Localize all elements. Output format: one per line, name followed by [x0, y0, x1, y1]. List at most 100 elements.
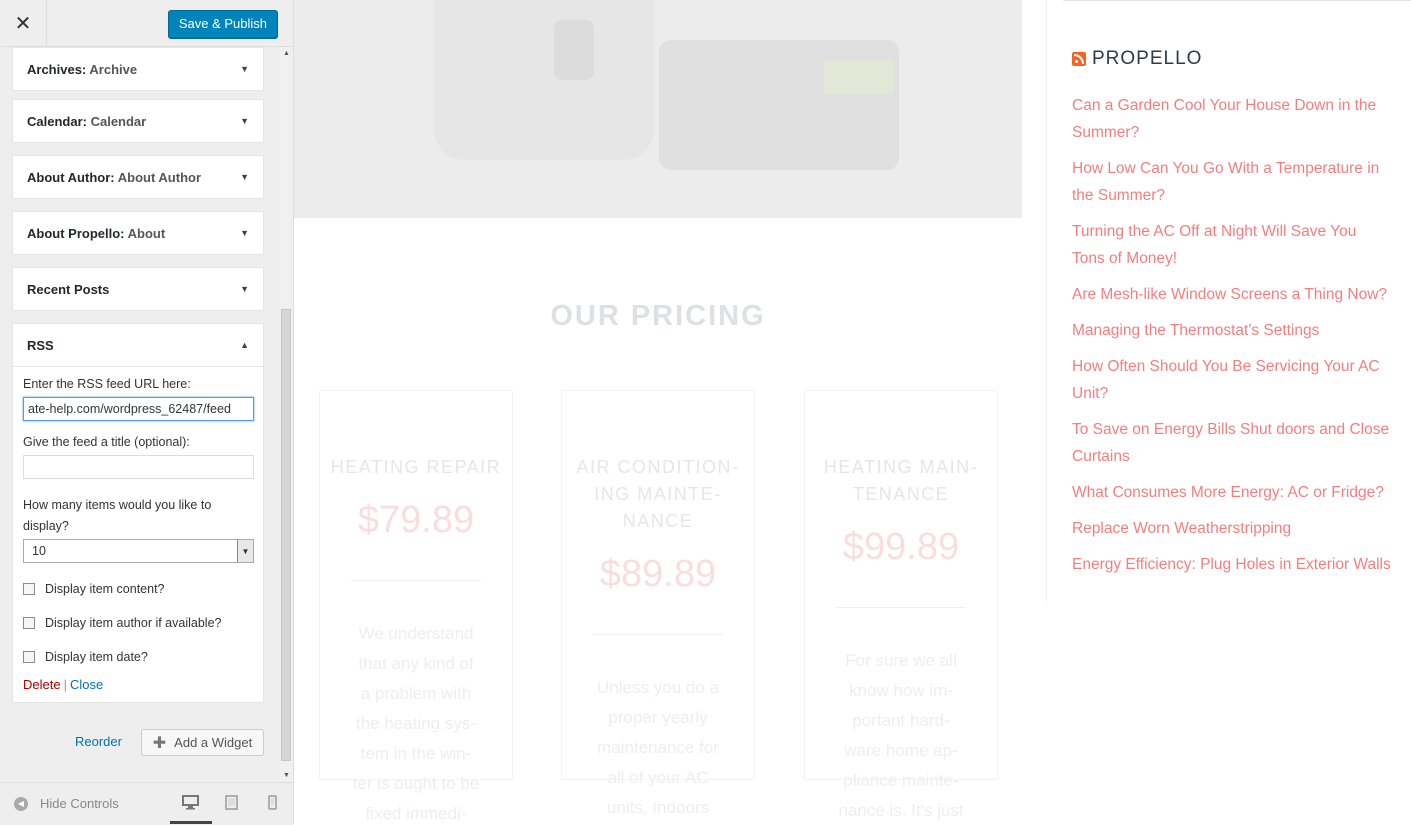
- widget-subtitle: About: [127, 225, 166, 241]
- expand-arrow-icon[interactable]: ▼: [240, 284, 249, 294]
- card-text: We understand that any kind of a problem…: [352, 624, 480, 823]
- show-date-row[interactable]: Display item date?: [23, 645, 253, 669]
- widget-header[interactable]: RSS ▲: [13, 324, 263, 367]
- rss-widget-heading: PROPELLO: [1072, 48, 1202, 70]
- card-text: For sure we all know how im- portant har…: [838, 651, 964, 820]
- show-author-label: Display item author if available?: [45, 616, 222, 630]
- pricing-card: HEATING REPAIR $79.89 We understand that…: [319, 390, 513, 823]
- expand-arrow-icon[interactable]: ▼: [240, 228, 249, 238]
- widget-title: RSS: [27, 337, 54, 353]
- widget-header[interactable]: About Author: About Author ▼: [13, 156, 263, 198]
- card-title: AIR CONDITION- ING MAINTE- NANCE: [576, 457, 740, 531]
- widget-calendar[interactable]: Calendar: Calendar ▼: [12, 99, 264, 143]
- widget-title: Calendar: [27, 113, 83, 129]
- hide-controls-button[interactable]: ◀ Hide Controls: [14, 796, 119, 811]
- show-content-label: Display item content?: [45, 582, 165, 596]
- separator: |: [63, 677, 67, 692]
- scroll-up-icon[interactable]: ▲: [280, 50, 293, 57]
- hero-image: [294, 0, 1022, 218]
- collapse-icon: ◀: [14, 796, 28, 811]
- rss-item-link[interactable]: Turning the AC Off at Night Will Save Yo…: [1072, 218, 1392, 272]
- rss-item-link[interactable]: To Save on Energy Bills Shut doors and C…: [1072, 416, 1392, 470]
- rss-heading-text[interactable]: PROPELLO: [1092, 48, 1202, 70]
- card-price: $79.89: [357, 499, 475, 541]
- hide-controls-label: Hide Controls: [40, 796, 119, 811]
- expand-arrow-icon[interactable]: ▼: [240, 172, 249, 182]
- card-price: $99.89: [842, 526, 960, 568]
- expand-arrow-icon[interactable]: ▼: [240, 116, 249, 126]
- plus-icon: ✚: [152, 734, 167, 752]
- widget-subtitle: About Author: [117, 169, 202, 185]
- customizer-footer: ◀ Hide Controls: [0, 782, 293, 825]
- card-title: HEATING REPAIR: [330, 457, 502, 477]
- delete-link[interactable]: Delete: [23, 677, 61, 692]
- widget-header[interactable]: Calendar: Calendar ▼: [13, 100, 263, 142]
- divider: [1063, 0, 1411, 1]
- reorder-link[interactable]: Reorder: [75, 734, 122, 749]
- widget-subtitle: Archive: [89, 61, 138, 77]
- rss-url-label: Enter the RSS feed URL here:: [23, 377, 191, 391]
- widget-title: Recent Posts: [27, 281, 110, 297]
- show-author-row[interactable]: Display item author if available?: [23, 611, 253, 635]
- select-arrow-icon[interactable]: ▼: [237, 540, 253, 562]
- widget-subtitle: Calendar: [90, 113, 147, 129]
- widget-about-author[interactable]: About Author: About Author ▼: [12, 155, 264, 199]
- card-divider: [836, 607, 966, 608]
- rss-item-link[interactable]: How Low Can You Go With a Temperature in…: [1072, 155, 1392, 209]
- add-widget-label: Add a Widget: [174, 735, 253, 750]
- widget-title: About Author: [27, 169, 111, 185]
- show-date-checkbox[interactable]: [23, 651, 35, 663]
- site-preview: OUR PRICING HEATING REPAIR $79.89 We und…: [294, 0, 1411, 824]
- show-author-checkbox[interactable]: [23, 617, 35, 629]
- expand-arrow-icon[interactable]: ▼: [240, 64, 249, 74]
- rss-item-link[interactable]: How Often Should You Be Servicing Your A…: [1072, 353, 1392, 407]
- sidebar-scrollbar[interactable]: ▲ ▼: [280, 47, 293, 782]
- customizer-sidebar: ✕ Save & Publish Archives: Archive ▼ Cal…: [0, 0, 294, 825]
- widget-archives[interactable]: Archives: Archive ▼: [12, 47, 264, 91]
- rss-item-link[interactable]: Managing the Thermostat's Settings: [1072, 317, 1392, 344]
- widget-header[interactable]: Recent Posts ▼: [13, 268, 263, 310]
- show-content-row[interactable]: Display item content?: [23, 577, 253, 601]
- desktop-icon[interactable]: [182, 795, 199, 813]
- widget-actions: Delete | Close: [23, 677, 253, 692]
- scroll-down-icon[interactable]: ▼: [280, 772, 293, 779]
- widget-about-propello[interactable]: About Propello: About ▼: [12, 211, 264, 255]
- rss-url-input[interactable]: [23, 397, 254, 421]
- widget-title: Archives: [27, 61, 82, 77]
- rss-item-link[interactable]: Energy Efficiency: Plug Holes in Exterio…: [1072, 551, 1392, 578]
- rss-items-select[interactable]: 10 ▼: [23, 539, 254, 563]
- rss-items-label: How many items would you like to display…: [23, 498, 212, 533]
- customizer-header: ✕ Save & Publish: [0, 0, 293, 47]
- select-value: 10: [32, 544, 46, 558]
- rss-title-input[interactable]: [23, 455, 254, 479]
- scroll-thumb[interactable]: [281, 309, 291, 761]
- close-link[interactable]: Close: [70, 677, 103, 692]
- show-content-checkbox[interactable]: [23, 583, 35, 595]
- card-divider: [593, 634, 723, 635]
- widget-rss[interactable]: RSS ▲ Enter the RSS feed URL here: Give …: [12, 323, 264, 703]
- rss-item-link[interactable]: Are Mesh-like Window Screens a Thing Now…: [1072, 281, 1392, 308]
- card-title: HEATING MAIN- TENANCE: [823, 457, 979, 504]
- widget-header[interactable]: About Propello: About ▼: [13, 212, 263, 254]
- rss-widget-form: Enter the RSS feed URL here: Give the fe…: [13, 367, 263, 702]
- card-divider: [351, 580, 481, 581]
- close-icon[interactable]: ✕: [0, 0, 47, 46]
- add-widget-button[interactable]: ✚ Add a Widget: [141, 729, 264, 756]
- widgets-panel: Archives: Archive ▼ Calendar: Calendar ▼…: [0, 47, 280, 782]
- widget-title: About Propello: [27, 225, 121, 241]
- card-text: Unless you do a proper yearly maintenanc…: [597, 678, 719, 817]
- widget-recent-posts[interactable]: Recent Posts ▼: [12, 267, 264, 311]
- rss-item-link[interactable]: Can a Garden Cool Your House Down in the…: [1072, 92, 1392, 146]
- rss-item-link[interactable]: What Consumes More Energy: AC or Fridge?: [1072, 479, 1392, 506]
- rss-feed-icon[interactable]: [1072, 52, 1086, 66]
- mobile-icon[interactable]: [268, 795, 277, 813]
- site-sidebar: PROPELLO Can a Garden Cool Your House Do…: [1046, 0, 1411, 605]
- widget-header[interactable]: Archives: Archive ▼: [13, 48, 263, 90]
- pricing-card: AIR CONDITION- ING MAINTE- NANCE $89.89 …: [561, 390, 755, 817]
- rss-item-list: Can a Garden Cool Your House Down in the…: [1072, 92, 1392, 587]
- collapse-arrow-icon[interactable]: ▲: [240, 340, 249, 350]
- tablet-icon[interactable]: [225, 795, 238, 813]
- rss-item-link[interactable]: Replace Worn Weatherstripping: [1072, 515, 1392, 542]
- save-publish-button[interactable]: Save & Publish: [167, 10, 278, 38]
- show-date-label: Display item date?: [45, 650, 148, 664]
